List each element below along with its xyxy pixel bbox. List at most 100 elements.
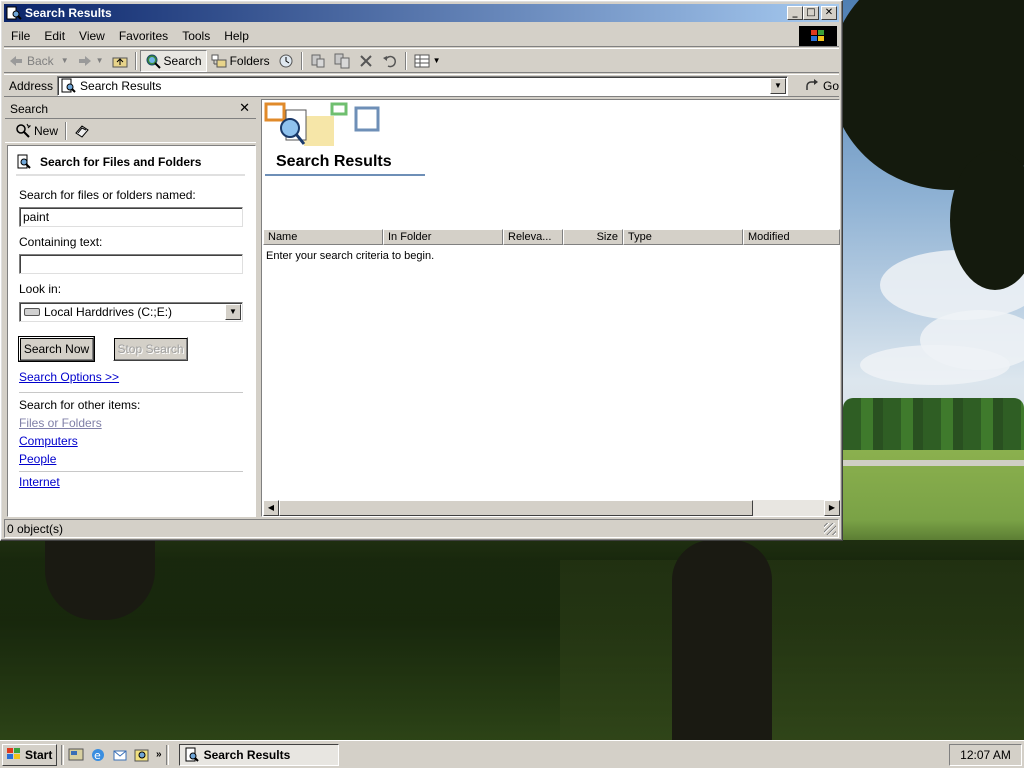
search-section-title-text: Search for Files and Folders	[40, 155, 202, 169]
menu-edit[interactable]: Edit	[37, 29, 72, 43]
column-size[interactable]: Size	[563, 229, 623, 245]
close-pane-icon[interactable]: ✕	[239, 101, 250, 116]
containing-text-input[interactable]	[19, 254, 243, 274]
standard-toolbar: Back ▼ ▼ Search Folders ▼	[4, 48, 839, 73]
toolbar-separator	[300, 51, 303, 70]
move-to-button[interactable]	[306, 50, 330, 72]
back-dropdown-icon[interactable]: ▼	[61, 56, 69, 65]
quick-launch-more-icon[interactable]: »	[156, 749, 162, 760]
results-column-header: Name In Folder Releva... Size Type Modif…	[263, 229, 840, 245]
column-type[interactable]: Type	[623, 229, 743, 245]
horizontal-scrollbar[interactable]: ◀ ▶	[263, 500, 840, 516]
search-pane-header: Search ✕	[5, 99, 256, 119]
minimize-button[interactable]: _	[787, 6, 803, 20]
folders-button[interactable]: Folders	[207, 50, 274, 72]
new-search-button[interactable]: New	[11, 120, 62, 142]
search-results-window: Search Results _ □ ✕ File Edit View Favo…	[0, 0, 843, 541]
internet-link[interactable]: Internet	[19, 475, 60, 489]
history-button[interactable]	[274, 50, 298, 72]
results-title: Search Results	[276, 153, 392, 170]
computers-link[interactable]: Computers	[19, 434, 78, 448]
search-banner-icon	[264, 102, 384, 155]
toolbar-separator	[404, 51, 407, 70]
views-button[interactable]: ▼	[410, 50, 445, 72]
search-pane-toolbar: New	[5, 119, 256, 143]
search-now-button[interactable]: Search Now	[18, 336, 95, 362]
filename-input[interactable]: paint	[19, 207, 243, 227]
window-title: Search Results	[25, 6, 112, 20]
look-in-dropdown-button[interactable]: ▼	[225, 304, 241, 320]
address-field[interactable]: Search Results ▼	[57, 75, 788, 96]
forward-dropdown-icon[interactable]: ▼	[96, 56, 104, 65]
scroll-thumb[interactable]	[279, 500, 753, 516]
forward-button[interactable]: ▼	[73, 50, 108, 72]
scroll-right-icon[interactable]: ▶	[824, 500, 840, 516]
named-label: Search for files or folders named:	[19, 188, 196, 202]
column-modified[interactable]: Modified	[743, 229, 840, 245]
search-window-icon	[6, 6, 22, 20]
start-button[interactable]: Start	[2, 743, 57, 766]
close-button[interactable]: ✕	[821, 6, 837, 20]
search-options-link[interactable]: Search Options >>	[19, 370, 119, 384]
quick-launch: e »	[68, 747, 162, 763]
look-in-select[interactable]: Local Harddrives (C:;E:) ▼	[19, 302, 243, 322]
search-history-button[interactable]	[70, 120, 94, 142]
show-desktop-icon[interactable]	[68, 747, 84, 763]
move-to-icon	[310, 53, 326, 69]
maximize-button[interactable]: □	[803, 6, 819, 20]
pane-divider	[19, 471, 243, 472]
copy-to-button[interactable]	[330, 50, 354, 72]
menu-view[interactable]: View	[72, 29, 112, 43]
search-globe-icon	[145, 53, 161, 69]
files-or-folders-link[interactable]: Files or Folders	[19, 416, 102, 430]
history-icon	[278, 53, 294, 69]
look-in-value: Local Harddrives (C:;E:)	[44, 305, 173, 319]
delete-button[interactable]	[354, 50, 378, 72]
clock[interactable]: 12:07 AM	[960, 748, 1011, 762]
search-section-title: Search for Files and Folders	[16, 150, 245, 176]
back-button[interactable]: Back ▼	[4, 50, 73, 72]
menu-help[interactable]: Help	[217, 29, 256, 43]
back-arrow-icon	[8, 53, 24, 69]
search-launch-icon[interactable]	[134, 747, 150, 763]
status-bar: 0 object(s)	[4, 519, 839, 538]
search-files-icon	[16, 154, 32, 170]
outlook-express-icon[interactable]	[112, 747, 128, 763]
pane-divider	[19, 392, 243, 393]
menu-favorites[interactable]: Favorites	[112, 29, 175, 43]
forward-arrow-icon	[77, 53, 93, 69]
empty-results-message: Enter your search criteria to begin.	[266, 250, 435, 262]
people-link[interactable]: People	[19, 452, 56, 466]
taskbar-search-results-button[interactable]: Search Results	[178, 743, 339, 766]
pane-toolbar-separator	[65, 121, 68, 140]
folders-icon	[211, 53, 227, 69]
undo-button[interactable]	[378, 50, 402, 72]
svg-text:e: e	[94, 749, 101, 762]
resize-grip-icon[interactable]	[824, 523, 836, 535]
results-pane: Search Results Name In Folder Releva... …	[261, 99, 840, 517]
stop-search-button[interactable]: Stop Search	[113, 337, 188, 361]
search-button[interactable]: Search	[139, 49, 207, 72]
other-items-label: Search for other items:	[19, 398, 141, 412]
start-label: Start	[25, 747, 53, 762]
column-in-folder[interactable]: In Folder	[383, 229, 503, 245]
scroll-track[interactable]	[753, 500, 824, 516]
menu-file[interactable]: File	[4, 29, 37, 43]
go-button[interactable]: Go	[804, 78, 839, 94]
scroll-left-icon[interactable]: ◀	[263, 500, 279, 516]
address-dropdown-button[interactable]: ▼	[769, 77, 786, 94]
new-search-label: New	[34, 123, 59, 138]
address-bar: Address Search Results ▼ Go	[4, 74, 839, 97]
hard-drive-icon	[24, 308, 40, 316]
menu-tools[interactable]: Tools	[175, 29, 217, 43]
title-bar[interactable]: Search Results _ □ ✕	[4, 4, 839, 22]
column-name[interactable]: Name	[263, 229, 383, 245]
undo-icon	[382, 53, 398, 69]
search-label: Search	[163, 53, 202, 68]
column-relevance[interactable]: Releva...	[503, 229, 563, 245]
up-folder-button[interactable]	[108, 50, 132, 72]
internet-explorer-icon[interactable]: e	[90, 747, 106, 763]
windows-logo-icon	[799, 26, 837, 46]
search-form: Search for Files and Folders Search for …	[7, 145, 256, 517]
taskbar-separator	[165, 744, 169, 765]
